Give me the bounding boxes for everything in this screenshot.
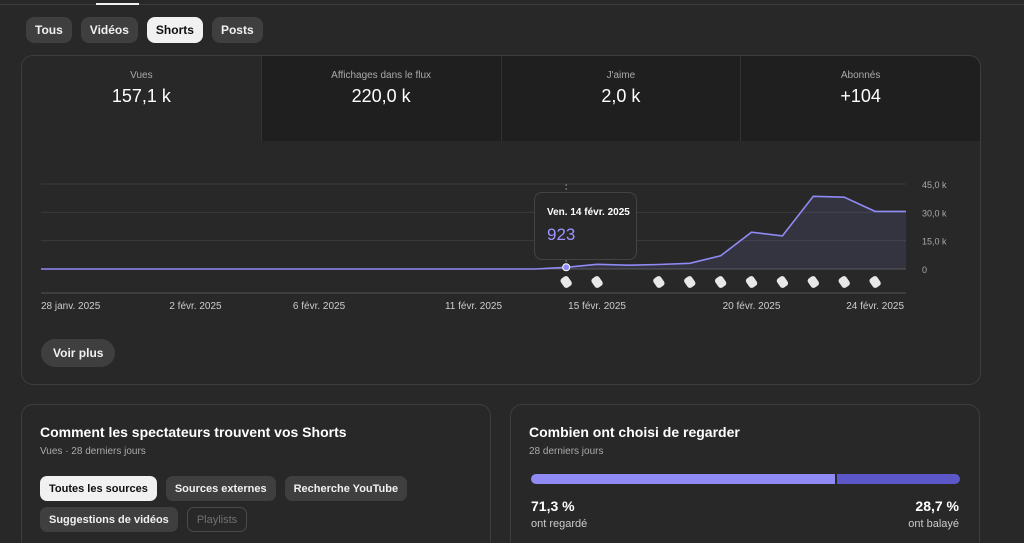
source-chip-all[interactable]: Toutes les sources <box>40 476 157 501</box>
metric-label: Affichages dans le flux <box>331 70 432 81</box>
metric-tab-feed-impressions[interactable]: Affichages dans le flux 220,0 k <box>260 56 501 141</box>
tab-shorts[interactable]: Shorts <box>146 17 203 43</box>
y-tick-label: 45,0 k <box>922 180 947 190</box>
metric-tabs: Vues 157,1 k Affichages dans le flux 220… <box>22 56 980 141</box>
swiped-percent: 28,7 % <box>915 498 959 514</box>
traffic-sources-card: Comment les spectateurs trouvent vos Sho… <box>21 404 491 543</box>
card-title: Combien ont choisi de regarder <box>529 424 740 440</box>
shorts-publish-icon <box>807 276 819 288</box>
series-area <box>41 196 906 269</box>
y-tick-label: 0 <box>922 265 927 275</box>
shorts-publish-icon <box>869 276 881 288</box>
tab-tous[interactable]: Tous <box>26 17 72 43</box>
watched-bar-segment <box>531 474 836 484</box>
tab-posts[interactable]: Posts <box>211 17 263 43</box>
x-tick-label: 24 févr. 2025 <box>846 301 904 312</box>
metric-label: Vues <box>130 70 153 81</box>
shorts-publish-icon <box>838 276 850 288</box>
card-subtitle: Vues · 28 derniers jours <box>40 446 146 457</box>
chart-tooltip: Ven. 14 févr. 2025 923 <box>534 192 637 260</box>
shorts-publish-icon <box>591 276 603 288</box>
shorts-publish-icon <box>684 276 696 288</box>
x-tick-label: 28 janv. 2025 <box>41 301 101 312</box>
views-line-chart[interactable]: 0 15,0 k 30,0 k 45,0 k 28 janv. 2025 2 févr. … <box>22 141 981 331</box>
y-tick-label: 30,0 k <box>922 208 947 218</box>
shorts-publish-icon <box>745 276 758 288</box>
content-type-tabs: Tous Vidéos Shorts Posts <box>26 17 263 43</box>
shorts-publish-icon <box>560 276 572 288</box>
card-title: Comment les spectateurs trouvent vos Sho… <box>40 424 347 440</box>
card-subtitle: 28 derniers jours <box>529 446 604 457</box>
overview-card: Vues 157,1 k Affichages dans le flux 220… <box>21 55 981 385</box>
swiped-label: ont balayé <box>908 518 959 530</box>
source-filter-chips: Toutes les sources Sources externes Rech… <box>40 476 480 532</box>
shorts-publish-icon <box>714 276 727 288</box>
top-divider <box>0 4 1024 5</box>
metric-tab-subscribers[interactable]: Abonnés +104 <box>740 56 980 141</box>
shorts-publish-icon <box>653 276 665 288</box>
shorts-publish-icon <box>776 276 789 288</box>
metric-value: +104 <box>840 86 881 106</box>
see-more-button[interactable]: Voir plus <box>41 339 116 367</box>
y-tick-label: 15,0 k <box>922 237 947 247</box>
tooltip-date: Ven. 14 févr. 2025 <box>547 207 630 218</box>
x-tick-label: 20 févr. 2025 <box>723 301 781 312</box>
source-chip-external[interactable]: Sources externes <box>165 476 276 501</box>
swiped-bar-segment <box>837 474 960 484</box>
watched-label: ont regardé <box>531 518 588 530</box>
metric-value: 157,1 k <box>111 86 171 106</box>
metric-tab-views[interactable]: Vues 157,1 k <box>22 56 261 141</box>
metric-value: 2,0 k <box>601 86 641 106</box>
watched-percent: 71,3 % <box>531 498 575 514</box>
tab-videos[interactable]: Vidéos <box>80 17 138 43</box>
source-chip-suggested[interactable]: Suggestions de vidéos <box>40 507 178 532</box>
source-chip-playlists: Playlists <box>186 507 248 532</box>
x-tick-label: 11 févr. 2025 <box>445 301 503 312</box>
hover-point <box>562 263 571 272</box>
active-section-indicator <box>96 3 139 5</box>
x-tick-label: 2 févr. 2025 <box>169 301 222 312</box>
tooltip-value: 923 <box>547 225 576 244</box>
x-tick-label: 6 févr. 2025 <box>293 301 346 312</box>
x-tick-label: 15 févr. 2025 <box>568 301 626 312</box>
viewed-vs-swiped-card: Combien ont choisi de regarder 28 dernie… <box>510 404 980 543</box>
viewed-swiped-bar <box>531 474 960 484</box>
metric-value: 220,0 k <box>351 86 411 106</box>
metric-label: Abonnés <box>840 70 881 81</box>
metric-label: J'aime <box>606 70 636 81</box>
source-chip-youtube-search[interactable]: Recherche YouTube <box>284 476 408 501</box>
metric-tab-likes[interactable]: J'aime 2,0 k <box>500 56 741 141</box>
